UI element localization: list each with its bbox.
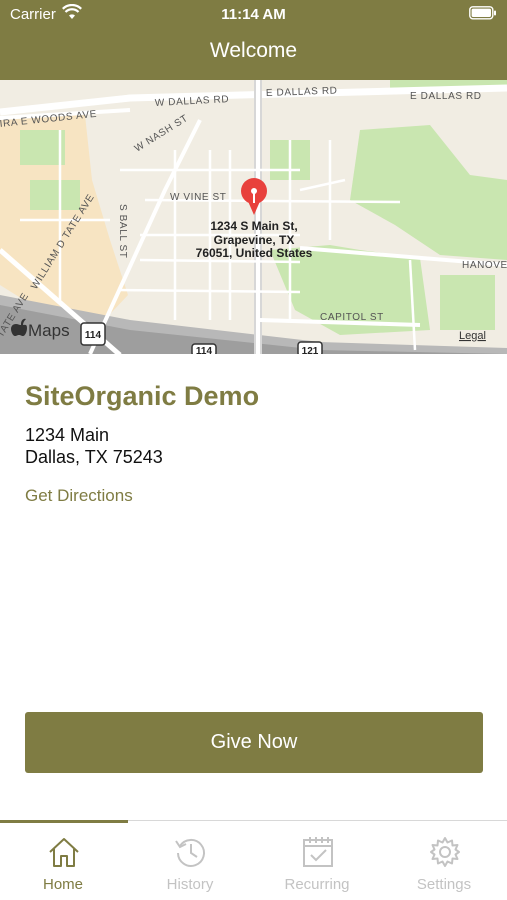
street-label: S BALL ST: [117, 204, 128, 259]
home-icon: [49, 838, 79, 867]
address-line-1: 1234 Main: [25, 425, 110, 445]
highway-shield: 121: [302, 346, 319, 354]
tab-home[interactable]: Home: [0, 821, 126, 900]
street-label: CAPITOL ST: [320, 312, 384, 323]
pin-address-line: Grapevine, TX: [214, 233, 295, 247]
highway-shield: 114: [196, 346, 213, 354]
street-label: W VINE ST: [170, 192, 227, 203]
tab-label: History: [166, 876, 214, 893]
address-line-2: Dallas, TX 75243: [25, 447, 163, 467]
clock: 11:14 AM: [221, 6, 286, 23]
pin-address-line: 76051, United States: [196, 246, 313, 260]
tab-recurring[interactable]: Recurring: [254, 821, 380, 900]
tab-history[interactable]: History: [127, 821, 253, 900]
history-icon: [175, 838, 205, 867]
street-label: HANOVE: [462, 260, 507, 271]
maps-brand: Maps: [28, 321, 70, 340]
highway-shield: 114: [85, 330, 102, 341]
tab-label: Home: [42, 876, 83, 893]
tab-settings[interactable]: Settings: [381, 821, 507, 900]
tab-label: Settings: [416, 876, 472, 893]
gear-icon: [430, 837, 460, 867]
tab-bar: Home History Recurring Settings: [0, 820, 507, 900]
street-label: E DALLAS RD: [410, 91, 482, 102]
top-bar: Carrier 11:14 AM Welcome: [0, 0, 507, 80]
legal-link[interactable]: Legal: [459, 330, 486, 342]
get-directions-link[interactable]: Get Directions: [25, 486, 133, 506]
tab-label: Recurring: [284, 876, 350, 893]
page-title: Welcome: [209, 39, 298, 62]
give-now-button[interactable]: Give Now: [25, 712, 483, 773]
map-view[interactable]: W DALLAS RD E DALLAS RD E DALLAS RD IRA …: [0, 80, 507, 354]
status-bar: Carrier 11:14 AM: [0, 0, 507, 30]
organization-name: SiteOrganic Demo: [25, 381, 260, 411]
pin-address-line: 1234 S Main St,: [210, 219, 297, 233]
calendar-check-icon: [303, 837, 333, 867]
battery-icon: [469, 6, 497, 24]
